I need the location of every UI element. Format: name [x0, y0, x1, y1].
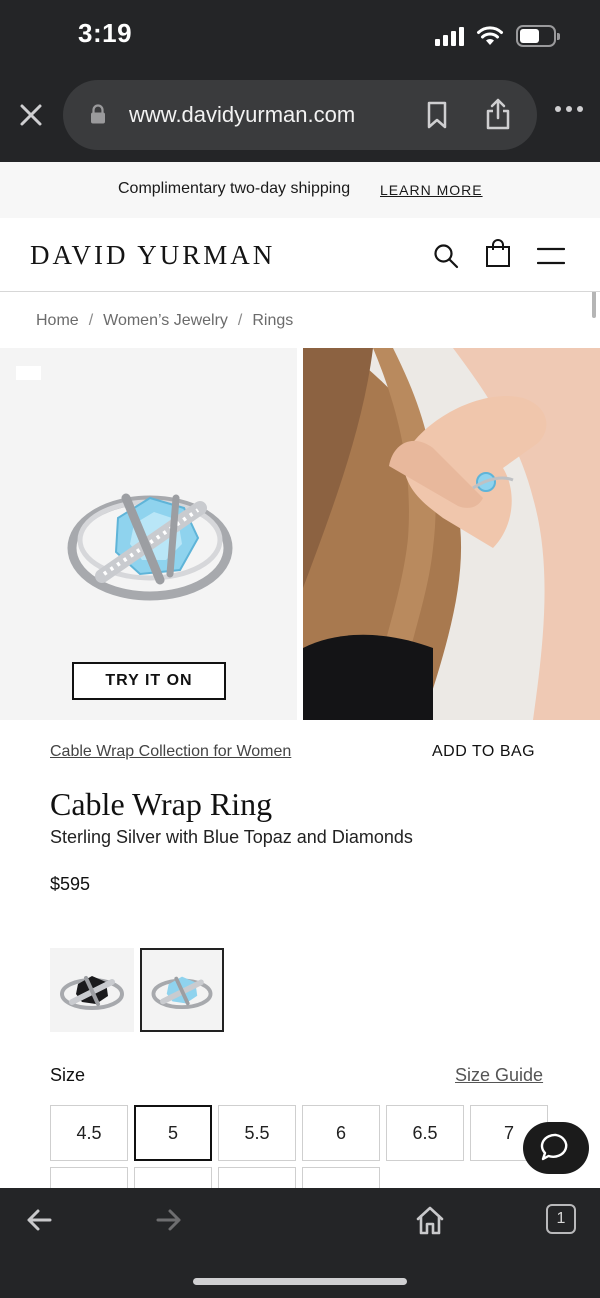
bookmark-icon[interactable] — [425, 100, 449, 130]
shopping-bag-icon[interactable] — [484, 238, 512, 268]
black-ring-thumbnail — [60, 976, 124, 1010]
breadcrumb-womens-jewelry[interactable]: Women’s Jewelry — [103, 312, 228, 330]
close-icon[interactable] — [16, 100, 46, 130]
size-option[interactable]: 6.5 — [386, 1105, 464, 1161]
ring-illustration — [67, 493, 233, 601]
lock-icon — [91, 104, 105, 124]
cellular-signal-icon — [435, 26, 464, 46]
product-price: $595 — [50, 874, 91, 894]
share-icon[interactable] — [483, 97, 513, 131]
url-text[interactable]: www.davidyurman.com — [129, 102, 355, 128]
breadcrumb-home[interactable]: Home — [36, 312, 79, 330]
product-title: Cable Wrap Ring — [50, 786, 273, 822]
model-wearing-ring-photo — [303, 348, 600, 720]
breadcrumb-separator: / — [88, 312, 94, 329]
forward-arrow-icon[interactable] — [154, 1206, 184, 1234]
home-indicator — [193, 1278, 407, 1285]
tabs-icon[interactable]: 1 — [546, 1204, 576, 1234]
promo-banner: Complimentary two-day shipping LEARN MOR… — [0, 162, 600, 218]
size-option-selected[interactable]: 5 — [134, 1105, 212, 1161]
breadcrumb-separator: / — [237, 312, 243, 329]
browser-toolbar: www.davidyurman.com — [0, 72, 600, 162]
image-badge — [16, 366, 41, 380]
size-guide-link[interactable]: Size Guide — [455, 1065, 543, 1086]
product-subtitle: Sterling Silver with Blue Topaz and Diam… — [50, 827, 413, 847]
status-icons — [435, 22, 560, 50]
breadcrumb: Home / Women’s Jewelry / Rings — [36, 312, 293, 330]
product-image-model[interactable] — [303, 348, 600, 720]
collection-link[interactable]: Cable Wrap Collection for Women — [50, 743, 291, 761]
try-it-on-button[interactable]: TRY IT ON — [72, 662, 226, 700]
size-label: Size — [50, 1065, 86, 1085]
size-option[interactable]: 5.5 — [218, 1105, 296, 1161]
promo-text: Complimentary two-day shipping — [118, 180, 351, 197]
swatch-black-onyx[interactable] — [50, 948, 134, 1032]
product-gallery: TRY IT ON — [0, 348, 600, 720]
wifi-icon — [477, 26, 503, 45]
size-option[interactable]: 4.5 — [50, 1105, 128, 1161]
blue-ring-thumbnail — [151, 976, 213, 1010]
chat-button[interactable] — [523, 1122, 589, 1174]
swatch-blue-topaz[interactable] — [140, 948, 224, 1032]
home-icon[interactable] — [414, 1204, 446, 1236]
battery-icon — [516, 25, 560, 47]
browser-bottom-bar: 1 — [0, 1188, 600, 1298]
chat-bubble-icon — [540, 1133, 568, 1161]
size-option[interactable]: 6 — [302, 1105, 380, 1161]
back-arrow-icon[interactable] — [24, 1206, 54, 1234]
hamburger-menu-icon[interactable] — [537, 246, 565, 266]
status-bar: 3:19 — [0, 0, 600, 72]
site-header: DAVID YURMAN — [0, 218, 600, 292]
status-time: 3:19 — [78, 18, 133, 48]
brand-logo[interactable]: DAVID YURMAN — [30, 240, 275, 271]
address-bar[interactable]: www.davidyurman.com — [63, 80, 537, 150]
learn-more-link[interactable]: LEARN MORE — [380, 182, 483, 198]
breadcrumb-rings[interactable]: Rings — [252, 312, 293, 330]
search-icon[interactable] — [432, 242, 460, 270]
add-to-bag-button[interactable]: ADD TO BAG — [432, 743, 535, 761]
product-image-ring[interactable]: TRY IT ON — [0, 348, 297, 720]
more-options-icon[interactable] — [554, 104, 584, 114]
